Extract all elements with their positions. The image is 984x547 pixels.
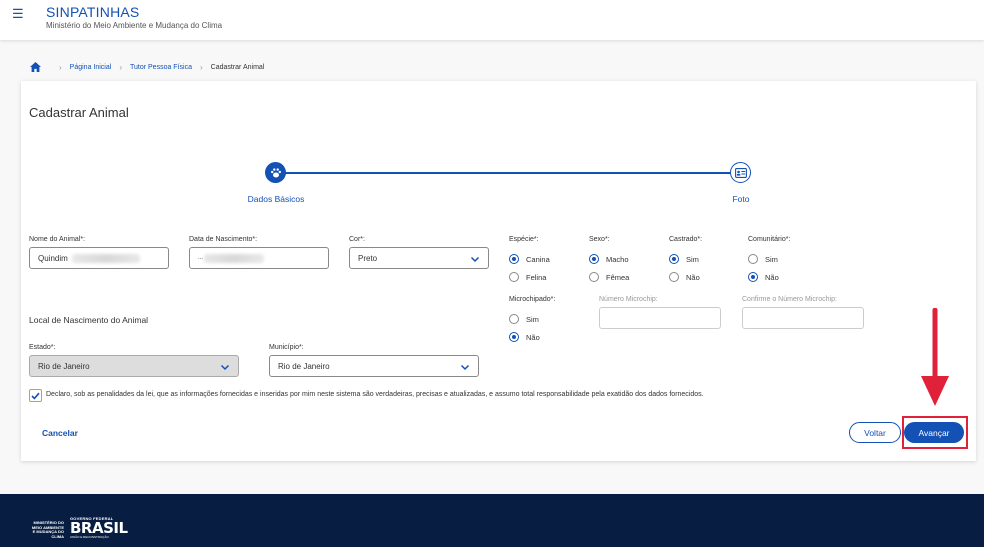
microchipado-sim-radio[interactable]: Sim — [509, 314, 539, 324]
id-card-icon — [734, 167, 747, 178]
confirme-microchip-input[interactable] — [742, 307, 864, 329]
checkmark-icon — [31, 392, 40, 400]
castrado-label: Castrado*: — [669, 236, 703, 243]
comunitario-nao-radio[interactable]: Não — [748, 272, 779, 282]
hamburger-icon[interactable]: ☰ — [12, 6, 24, 22]
breadcrumb-separator: › — [119, 62, 122, 72]
data-nascimento-value: ... — [198, 255, 204, 261]
app-subtitle: Ministério do Meio Ambiente e Mudança do… — [46, 21, 223, 30]
microchipado-nao-radio[interactable]: Não — [509, 332, 540, 342]
microchipado-label: Microchipado*: — [509, 296, 556, 303]
app-title: SINPATINHAS — [46, 4, 140, 20]
castrado-sim-label: Sim — [686, 254, 699, 264]
especie-canina-radio[interactable]: Canina — [509, 254, 550, 264]
annotation-arrow-icon — [921, 308, 949, 406]
sexo-label: Sexo*: — [589, 236, 610, 243]
cor-label: Cor*: — [349, 236, 365, 243]
radio-selected-icon — [748, 272, 758, 282]
radio-selected-icon — [669, 254, 679, 264]
especie-label: Espécie*: — [509, 236, 539, 243]
comunitario-sim-radio[interactable]: Sim — [748, 254, 778, 264]
paw-icon — [270, 167, 281, 177]
step-dados-basicos[interactable] — [265, 162, 286, 183]
form-card: Cadastrar Animal Dados Básicos Foto Nome… — [21, 81, 976, 461]
cor-select[interactable]: Preto — [349, 247, 489, 269]
breadcrumb-current: Cadastrar Animal — [210, 63, 265, 71]
radio-selected-icon — [509, 332, 519, 342]
sexo-macho-label: Macho — [606, 254, 629, 264]
chevron-down-icon — [220, 364, 230, 371]
especie-felina-label: Felina — [526, 272, 547, 282]
radio-empty-icon — [589, 272, 599, 282]
chevron-down-icon — [460, 364, 470, 371]
home-icon[interactable] — [30, 62, 41, 72]
municipio-select[interactable]: Rio de Janeiro — [269, 355, 479, 377]
breadcrumb: › Página Inicial › Tutor Pessoa Física ›… — [30, 61, 264, 73]
microchipado-sim-label: Sim — [526, 314, 539, 324]
step-dados-basicos-label: Dados Básicos — [247, 194, 305, 204]
local-nascimento-title: Local de Nascimento do Animal — [29, 315, 149, 325]
breadcrumb-separator: › — [199, 62, 203, 72]
radio-empty-icon — [748, 254, 758, 264]
redacted-text — [71, 253, 140, 263]
breadcrumb-tutor-link[interactable]: Tutor Pessoa Física — [130, 64, 192, 71]
page-title: Cadastrar Animal — [29, 105, 129, 120]
cancel-button[interactable]: Cancelar — [42, 428, 78, 438]
municipio-value: Rio de Janeiro — [278, 361, 330, 371]
footer-ministry-logo: MINISTÉRIO DO MEIO AMBIENTE E MUDANÇA DO… — [31, 520, 64, 539]
radio-selected-icon — [509, 254, 519, 264]
chevron-down-icon — [470, 256, 480, 263]
castrado-nao-label: Não — [686, 272, 700, 282]
step-foto[interactable] — [730, 162, 751, 183]
declaracao-text: Declaro, sob as penalidades da lei, que … — [46, 391, 704, 398]
nome-animal-value: Quindim — [38, 253, 68, 263]
redacted-text — [204, 253, 265, 263]
data-nascimento-input[interactable]: ... — [189, 247, 329, 269]
comunitario-nao-label: Não — [765, 272, 779, 282]
footer-brasil-text: BRASIL — [70, 519, 128, 537]
confirme-microchip-label: Confirme o Número Microchip: — [742, 296, 837, 303]
estado-value: Rio de Janeiro — [38, 361, 90, 371]
radio-empty-icon — [509, 314, 519, 324]
estado-select[interactable]: Rio de Janeiro — [29, 355, 239, 377]
especie-felina-radio[interactable]: Felina — [509, 272, 546, 282]
breadcrumb-home-link[interactable]: Página Inicial — [70, 64, 112, 71]
estado-label: Estado*: — [29, 344, 56, 351]
footer-brasil-logo: GOVERNO FEDERAL BRASIL UNIÃO E RECONSTRU… — [70, 516, 128, 539]
sexo-macho-radio[interactable]: Macho — [589, 254, 629, 264]
radio-empty-icon — [669, 272, 679, 282]
especie-canina-label: Canina — [526, 254, 550, 264]
numero-microchip-label: Número Microchip: — [599, 296, 658, 303]
step-foto-label: Foto — [732, 194, 750, 204]
back-button[interactable]: Voltar — [849, 422, 901, 443]
data-nascimento-label: Data de Nascimento*: — [189, 236, 258, 243]
castrado-nao-radio[interactable]: Não — [669, 272, 700, 282]
breadcrumb-separator: › — [59, 62, 62, 72]
cor-value: Preto — [358, 253, 378, 263]
nome-animal-label: Nome do Animal*: — [29, 236, 86, 243]
castrado-sim-radio[interactable]: Sim — [669, 254, 699, 264]
microchipado-nao-label: Não — [526, 332, 540, 342]
comunitario-label: Comunitário*: — [748, 236, 791, 243]
sexo-femea-label: Fêmea — [606, 272, 630, 282]
municipio-label: Município*: — [269, 344, 304, 351]
footer: MINISTÉRIO DO MEIO AMBIENTE E MUDANÇA DO… — [0, 494, 984, 547]
radio-selected-icon — [589, 254, 599, 264]
numero-microchip-input[interactable] — [599, 307, 721, 329]
top-header: ☰ SINPATINHAS Ministério do Meio Ambient… — [0, 0, 984, 40]
comunitario-sim-label: Sim — [765, 254, 778, 264]
declaracao-checkbox[interactable] — [29, 389, 42, 402]
nome-animal-input[interactable]: Quindim — [29, 247, 169, 269]
radio-empty-icon — [509, 272, 519, 282]
stepper-line — [283, 172, 738, 174]
sexo-femea-radio[interactable]: Fêmea — [589, 272, 629, 282]
annotation-highlight-box — [902, 416, 968, 449]
